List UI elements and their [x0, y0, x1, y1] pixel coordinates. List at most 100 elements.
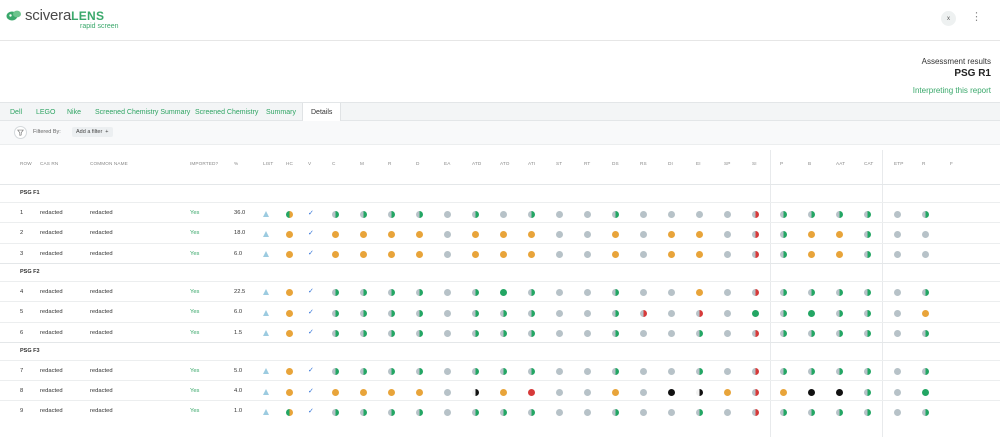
hazard-indicator-icon[interactable]: [921, 251, 929, 259]
hazard-indicator-icon[interactable]: [611, 251, 619, 259]
hazard-indicator-icon[interactable]: [779, 368, 787, 376]
column-header[interactable]: CAT: [864, 161, 873, 166]
column-header[interactable]: COMMON NAME: [90, 161, 128, 166]
column-header[interactable]: C: [332, 161, 336, 166]
hazard-indicator-icon[interactable]: [471, 330, 479, 337]
hazard-indicator-icon[interactable]: [779, 289, 787, 297]
hazard-indicator-icon[interactable]: [443, 230, 451, 238]
column-header[interactable]: R: [388, 161, 392, 166]
add-filter-button[interactable]: Add a filter +: [72, 127, 113, 137]
hazard-indicator-icon[interactable]: [555, 230, 563, 238]
hazard-indicator-icon[interactable]: [611, 330, 619, 337]
tab-screened-chemistry-summary[interactable]: Screened Chemistry Summary: [95, 103, 190, 121]
hazard-indicator-icon[interactable]: [779, 408, 787, 416]
hazard-indicator-icon[interactable]: [695, 251, 703, 259]
list-triangle-icon[interactable]: [263, 330, 269, 336]
hazard-indicator-icon[interactable]: [359, 210, 367, 218]
hazard-indicator-icon[interactable]: [499, 388, 507, 396]
hazard-indicator-icon[interactable]: [443, 210, 451, 218]
hazard-indicator-icon[interactable]: [527, 408, 535, 416]
column-header[interactable]: B: [808, 161, 811, 166]
hazard-indicator-icon[interactable]: [611, 289, 619, 297]
hazard-indicator-icon[interactable]: [695, 408, 703, 416]
hazard-indicator-icon[interactable]: [415, 309, 423, 317]
hazard-indicator-icon[interactable]: [639, 251, 647, 259]
hazard-indicator-icon[interactable]: [835, 309, 843, 317]
hazard-indicator-icon[interactable]: [499, 309, 507, 317]
hazard-indicator-icon[interactable]: [807, 368, 815, 376]
hazard-indicator-icon[interactable]: [835, 289, 843, 297]
hazard-indicator-icon[interactable]: [807, 408, 815, 416]
hazard-indicator-icon[interactable]: [667, 289, 675, 297]
hazard-indicator-icon[interactable]: [359, 368, 367, 376]
hazard-indicator-icon[interactable]: [921, 289, 929, 297]
hazard-indicator-icon[interactable]: [893, 368, 901, 376]
hazard-indicator-icon[interactable]: [893, 251, 901, 259]
list-triangle-icon[interactable]: [263, 251, 269, 258]
hazard-indicator-icon[interactable]: [359, 230, 367, 238]
hazard-indicator-icon[interactable]: [863, 309, 871, 317]
hazard-indicator-icon[interactable]: [667, 251, 675, 259]
hazard-indicator-icon[interactable]: [835, 251, 843, 259]
hazard-indicator-icon[interactable]: [921, 230, 929, 238]
hazard-indicator-icon[interactable]: [723, 368, 731, 376]
list-triangle-icon[interactable]: [263, 388, 269, 395]
hazard-indicator-icon[interactable]: [583, 210, 591, 218]
hazard-indicator-icon[interactable]: [835, 368, 843, 376]
tab-summary[interactable]: Summary: [266, 103, 296, 121]
hazard-indicator-icon[interactable]: [443, 388, 451, 396]
hazard-indicator-icon[interactable]: [527, 330, 535, 337]
column-header[interactable]: ato: [500, 161, 510, 166]
hazard-indicator-icon[interactable]: [863, 368, 871, 376]
hazard-indicator-icon[interactable]: [471, 210, 479, 218]
hazard-indicator-icon[interactable]: [807, 230, 815, 238]
hazard-indicator-icon[interactable]: [527, 230, 535, 238]
hazard-indicator-icon[interactable]: [863, 289, 871, 297]
hazard-indicator-icon[interactable]: [835, 408, 843, 416]
column-header[interactable]: st: [556, 161, 562, 166]
hazard-indicator-icon[interactable]: [751, 388, 759, 396]
hazard-indicator-icon[interactable]: [695, 330, 703, 337]
hazard-indicator-icon[interactable]: [835, 388, 843, 396]
hazard-indicator-icon[interactable]: [527, 251, 535, 259]
hazard-indicator-icon[interactable]: [695, 309, 703, 317]
hazard-indicator-icon[interactable]: [893, 210, 901, 218]
hazard-indicator-icon[interactable]: [893, 388, 901, 396]
hazard-indicator-icon[interactable]: [863, 388, 871, 396]
hazard-indicator-icon[interactable]: [285, 210, 293, 218]
column-header[interactable]: AAT: [836, 161, 845, 166]
hazard-indicator-icon[interactable]: [415, 368, 423, 376]
hazard-indicator-icon[interactable]: [359, 309, 367, 317]
hazard-indicator-icon[interactable]: [415, 388, 423, 396]
hazard-indicator-icon[interactable]: [611, 368, 619, 376]
hazard-indicator-icon[interactable]: [723, 251, 731, 259]
column-header[interactable]: ROW: [20, 161, 32, 166]
list-triangle-icon[interactable]: [263, 309, 269, 316]
hazard-indicator-icon[interactable]: [359, 251, 367, 259]
hazard-indicator-icon[interactable]: [807, 251, 815, 259]
hazard-indicator-icon[interactable]: [471, 408, 479, 416]
hazard-indicator-icon[interactable]: [499, 368, 507, 376]
hazard-indicator-icon[interactable]: [285, 388, 293, 396]
hazard-indicator-icon[interactable]: [415, 251, 423, 259]
hazard-indicator-icon[interactable]: [807, 330, 815, 337]
hazard-indicator-icon[interactable]: [779, 330, 787, 337]
hazard-indicator-icon[interactable]: [835, 210, 843, 218]
tab-details[interactable]: Details: [302, 103, 342, 122]
hazard-indicator-icon[interactable]: [667, 368, 675, 376]
column-header[interactable]: r: [922, 161, 926, 166]
hazard-indicator-icon[interactable]: [583, 289, 591, 297]
hazard-indicator-icon[interactable]: [331, 230, 339, 238]
hazard-indicator-icon[interactable]: [415, 289, 423, 297]
hazard-indicator-icon[interactable]: [863, 408, 871, 416]
column-header[interactable]: ds: [612, 161, 619, 166]
hazard-indicator-icon[interactable]: [751, 309, 759, 317]
hazard-indicator-icon[interactable]: [921, 210, 929, 218]
tab-lego[interactable]: LEGO: [36, 103, 55, 121]
hazard-indicator-icon[interactable]: [921, 368, 929, 376]
hazard-indicator-icon[interactable]: [921, 388, 929, 396]
hazard-indicator-icon[interactable]: [359, 388, 367, 396]
hazard-indicator-icon[interactable]: [285, 289, 293, 297]
hazard-indicator-icon[interactable]: [583, 388, 591, 396]
hazard-indicator-icon[interactable]: [285, 230, 293, 238]
